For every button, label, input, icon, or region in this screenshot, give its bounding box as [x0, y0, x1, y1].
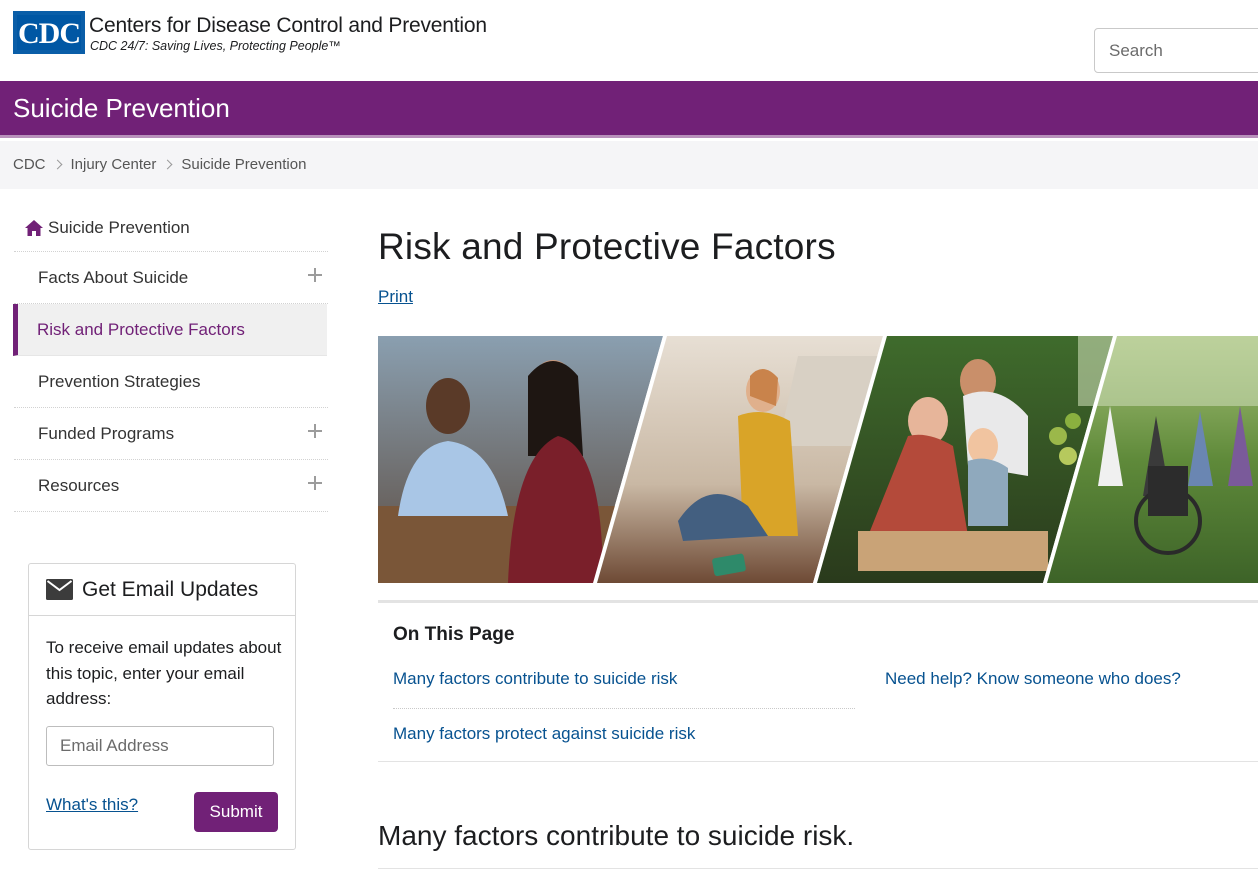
topic-bar: Suicide Prevention	[0, 81, 1258, 138]
sidebar-item-funded-programs[interactable]: Funded Programs	[14, 408, 328, 460]
breadcrumb-item-cdc[interactable]: CDC	[13, 156, 46, 173]
nav-home-link[interactable]: Suicide Prevention	[14, 204, 328, 252]
email-updates-header: Get Email Updates	[29, 564, 295, 616]
plus-icon[interactable]	[308, 268, 322, 282]
section-heading: Many factors contribute to suicide risk.	[378, 820, 855, 851]
divider	[393, 708, 855, 709]
cdc-logo-text: CDC	[17, 15, 81, 50]
email-address-input[interactable]	[46, 726, 274, 766]
org-tagline: CDC 24/7: Saving Lives, Protecting Peopl…	[90, 39, 341, 53]
topic-title[interactable]: Suicide Prevention	[13, 93, 230, 124]
cdc-logo[interactable]: CDC	[13, 11, 85, 54]
chevron-right-icon	[162, 159, 173, 170]
sidebar-item-prevention-strategies[interactable]: Prevention Strategies	[14, 356, 328, 408]
sidebar-item-resources[interactable]: Resources	[14, 460, 328, 512]
site-header: CDC Centers for Disease Control and Prev…	[0, 0, 1258, 81]
sidebar-item-label: Facts About Suicide	[38, 267, 189, 287]
org-name[interactable]: Centers for Disease Control and Preventi…	[89, 14, 487, 38]
left-nav: Suicide Prevention Facts About Suicide R…	[13, 204, 328, 512]
search-input[interactable]	[1094, 28, 1258, 73]
chevron-right-icon	[52, 159, 62, 170]
anchor-link-contribute[interactable]: Many factors contribute to suicide risk	[393, 669, 677, 689]
nav-home-label: Suicide Prevention	[48, 217, 190, 237]
sidebar-item-label: Resources	[38, 475, 120, 495]
plus-icon[interactable]	[308, 424, 322, 438]
email-updates-card: Get Email Updates To receive email updat…	[28, 563, 296, 850]
breadcrumb-item-suicide-prevention: Suicide Prevention	[181, 156, 307, 173]
divider	[378, 868, 1258, 869]
sidebar-item-facts-about-suicide[interactable]: Facts About Suicide	[14, 252, 328, 304]
breadcrumb: CDC Injury Center Suicide Prevention	[13, 156, 306, 173]
sidebar-item-risk-and-protective-factors[interactable]: Risk and Protective Factors	[13, 304, 327, 356]
email-updates-description: To receive email updates about this topi…	[46, 638, 282, 708]
breadcrumb-item-injury-center[interactable]: Injury Center	[71, 156, 157, 173]
plus-icon[interactable]	[308, 476, 322, 490]
home-icon	[25, 219, 43, 236]
whats-this-link[interactable]: What's this?	[46, 795, 138, 815]
on-this-page-title: On This Page	[393, 624, 515, 645]
on-this-page: On This Page Many factors contribute to …	[378, 600, 1258, 762]
sidebar-item-label: Prevention Strategies	[38, 371, 201, 391]
submit-button[interactable]: Submit	[194, 792, 278, 832]
sidebar-item-label: Risk and Protective Factors	[37, 319, 245, 339]
envelope-icon	[46, 579, 73, 600]
sidebar-item-label: Funded Programs	[38, 423, 175, 443]
print-link[interactable]: Print	[378, 287, 413, 307]
page-title: Risk and Protective Factors	[378, 226, 836, 267]
anchor-link-need-help[interactable]: Need help? Know someone who does?	[885, 669, 1181, 689]
anchor-link-protect[interactable]: Many factors protect against suicide ris…	[393, 724, 695, 744]
hero-photo-collage	[378, 336, 1258, 583]
hero-image-collage	[378, 336, 1258, 583]
breadcrumb-bar: CDC Injury Center Suicide Prevention	[0, 141, 1258, 189]
email-updates-title: Get Email Updates	[82, 577, 259, 601]
